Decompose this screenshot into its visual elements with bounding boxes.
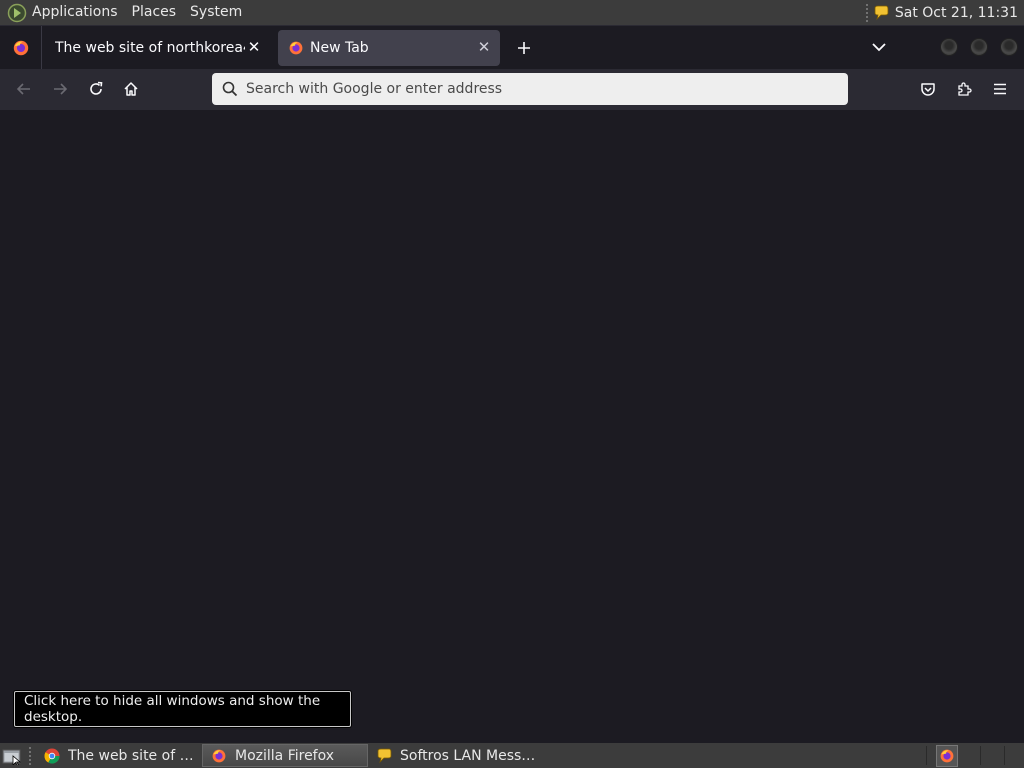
tab-close-icon[interactable]: ✕ (476, 38, 492, 56)
clock[interactable]: Sat Oct 21, 11:31 (889, 5, 1024, 21)
menu-places[interactable]: Places (125, 0, 184, 25)
firefox-icon (212, 749, 226, 762)
home-icon[interactable] (115, 73, 147, 105)
show-desktop-tooltip: Click here to hide all windows and show … (14, 691, 351, 727)
panel-right: Sat Oct 21, 11:31 (861, 0, 1024, 25)
reload-icon[interactable] (80, 73, 112, 105)
chrome-icon (44, 748, 60, 764)
url-input[interactable] (246, 81, 806, 97)
menu-system[interactable]: System (183, 0, 249, 25)
tab-close-icon[interactable]: ✕ (246, 38, 262, 56)
new-tab-page (0, 110, 1024, 742)
taskbar-separator (926, 746, 927, 765)
panel-menu: Applications Places System (32, 0, 249, 25)
menu-applications[interactable]: Applications (32, 0, 125, 25)
nav-bar (0, 69, 1024, 110)
tab-strip: The web site of northkorea4ever ✕ New Ta… (0, 25, 1024, 70)
back-arrow-icon[interactable] (8, 73, 40, 105)
search-icon (212, 73, 242, 105)
distro-logo-icon[interactable] (4, 0, 30, 25)
firefox-view-icon[interactable] (0, 25, 42, 70)
tab-northkorea4ever[interactable]: The web site of northkorea4ever ✕ (42, 30, 270, 66)
messenger-tray-icon[interactable] (873, 5, 889, 21)
task-label: The web site of nort… (68, 747, 202, 764)
close-window-button[interactable] (1000, 38, 1018, 56)
top-panel: Applications Places System Sat Oct 21, 1… (0, 0, 1024, 25)
tab-title: The web site of northkorea4ever (55, 39, 245, 56)
taskbar-item-softros[interactable]: Softros LAN Messen… (368, 744, 536, 767)
tab-new-tab[interactable]: New Tab ✕ (278, 29, 500, 66)
extensions-puzzle-icon[interactable] (948, 73, 980, 105)
taskbar-item-chrome[interactable]: The web site of nort… (36, 744, 202, 767)
new-tab-plus-icon[interactable] (510, 34, 538, 62)
task-label: Softros LAN Messen… (400, 747, 536, 764)
url-bar[interactable] (212, 73, 848, 105)
taskbar-separator (980, 746, 981, 765)
taskbar-separator (1004, 746, 1005, 765)
hamburger-menu-icon[interactable] (984, 73, 1016, 105)
task-label: Mozilla Firefox (235, 747, 335, 764)
list-all-tabs-chevron-down-icon[interactable] (866, 34, 892, 60)
tab-title: New Tab (310, 39, 369, 56)
window-controls (940, 38, 1018, 56)
minimize-button[interactable] (940, 38, 958, 56)
maximize-button[interactable] (970, 38, 988, 56)
pocket-icon[interactable] (912, 73, 944, 105)
workspace-switcher[interactable] (936, 745, 958, 767)
bottom-taskbar: The web site of nort… Mozilla Firefox So… (0, 743, 1024, 768)
show-desktop-icon[interactable] (0, 743, 24, 768)
messenger-icon (377, 748, 392, 763)
taskbar-item-firefox[interactable]: Mozilla Firefox (202, 744, 368, 767)
forward-arrow-icon[interactable] (44, 73, 76, 105)
firefox-icon (289, 41, 303, 54)
taskbar-grip[interactable] (28, 745, 32, 766)
panel-grip[interactable] (864, 2, 869, 23)
